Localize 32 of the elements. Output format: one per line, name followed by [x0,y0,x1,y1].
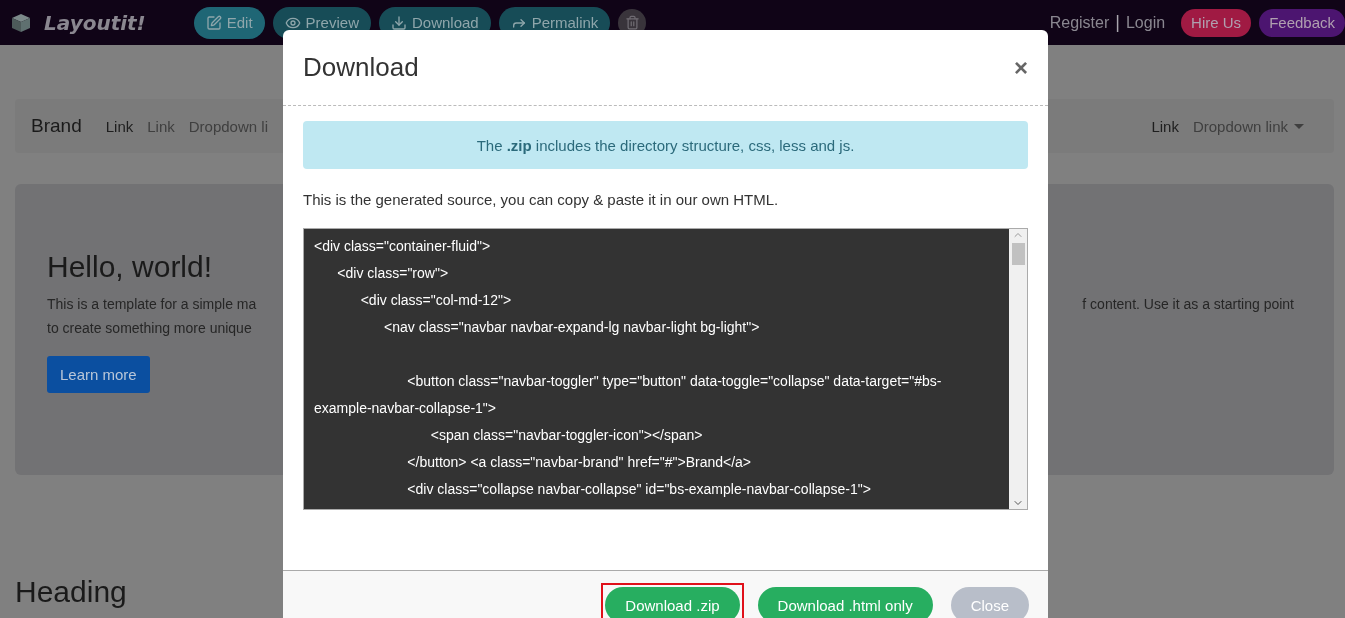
scrollbar[interactable] [1009,229,1027,509]
download-icon [390,14,407,31]
jumbotron-text: to create something more unique [47,319,253,338]
account-link[interactable]: Login [1125,13,1166,32]
edit-button[interactable]: Edit [193,6,265,39]
jumbotron-text: This is a template for a simple ma [47,295,257,314]
close-button[interactable]: × [1014,53,1028,82]
jumbotron-title: Hello, world! [47,250,213,284]
section-heading: Heading [15,575,127,609]
nav-link[interactable]: Link [147,117,175,135]
account-link[interactable]: Register [1049,13,1110,32]
trash-icon [624,15,640,30]
navbar-brand[interactable]: Brand [31,115,82,137]
code-textarea[interactable]: <div class="container-fluid"> <div class="row"> <div class="col-md-12"> <nav class="navbar navbar-expand-lg navbar-light bg-light"> <button class="navbar-toggler" type="button" data-toggle="collapse" data-target="#bs-example-navbar-collapse-1"> <span class="navbar-toggler-icon"></span> </button> <a class="navbar-brand" href="#">Brand</a> <div class="collapse navbar-collapse" id="bs-example-navbar-collapse-1"> [304,229,1009,509]
feedback-button[interactable]: Feedback [1259,8,1345,37]
jumbotron-text: f content. Use it as a starting point [1082,295,1294,314]
nav-link[interactable]: Dropdown link [1192,117,1304,135]
footer-button[interactable]: Download .html only [757,587,933,618]
logo-text: Layoutit! [44,10,146,35]
intro-text: This is the generated source, you can copy & paste it in our own HTML. [303,191,780,208]
nav-link[interactable]: Dropdown li [188,117,268,135]
nav-link[interactable]: Link [1151,117,1179,135]
dialog-title: Download [303,52,419,83]
info-alert: The .zip includes the directory structure, css, less and js. [303,121,1028,169]
scroll-thumb[interactable] [1011,243,1025,265]
learn-more-button[interactable]: Learn more [47,356,150,393]
edit-icon [205,14,222,31]
nav-link[interactable]: Link [105,117,134,135]
cube-icon [10,11,32,34]
footer-button[interactable]: Download .zip [605,587,740,618]
hire-us-button[interactable]: Hire Us [1181,8,1252,37]
separator: | [1115,12,1120,33]
